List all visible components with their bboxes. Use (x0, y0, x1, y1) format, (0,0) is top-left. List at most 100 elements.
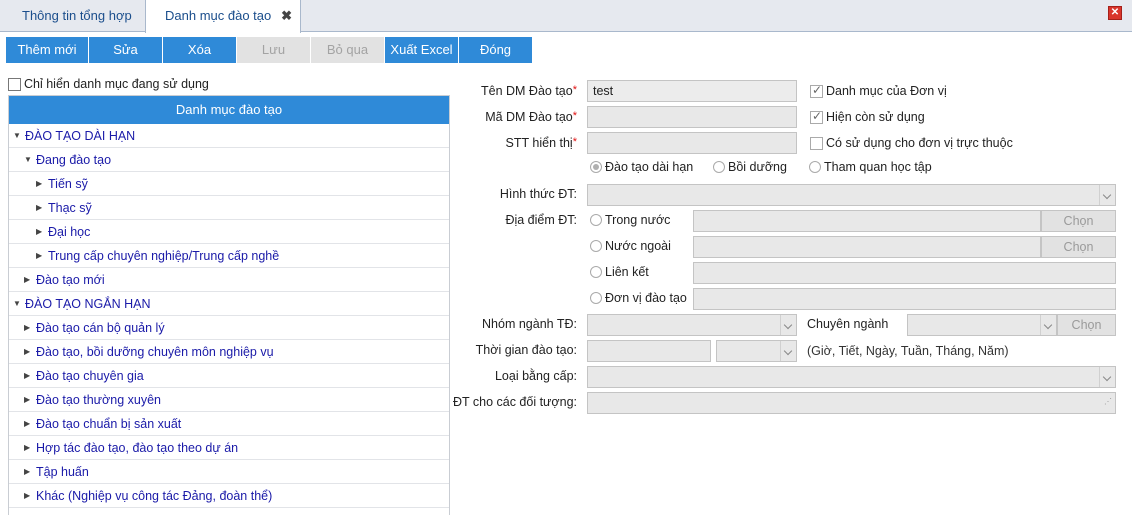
edit-button[interactable]: Sửa (89, 37, 163, 63)
tree-item[interactable]: ▼ Đang đào tạo (9, 148, 449, 172)
tab-thong-tin-tong-hop[interactable]: Thông tin tổng hợp (10, 0, 144, 32)
tree-item-label: ĐÀO TẠO DÀI HẠN (25, 129, 136, 143)
radio-boi-duong[interactable]: Bồi dưỡng (713, 160, 787, 174)
chon-nuoc-ngoai-button[interactable]: Chọn (1041, 236, 1116, 258)
caret-right-icon[interactable]: ▶ (24, 436, 30, 460)
delete-button[interactable]: Xóa (163, 37, 237, 63)
tab-danh-muc-dao-tao[interactable]: Danh mục đào tạo ✖ (145, 0, 301, 33)
close-tab-icon[interactable]: ✖ (281, 0, 292, 32)
window-close-icon[interactable]: ✕ (1108, 6, 1122, 20)
tree-item-label: Đang đào tạo (36, 153, 112, 167)
checkbox-icon[interactable] (810, 109, 823, 124)
save-button[interactable]: Lưu (237, 37, 311, 63)
nuoc-ngoai-input[interactable] (693, 236, 1041, 258)
hinh-thuc-select[interactable] (587, 184, 1116, 206)
chon-trong-nuoc-button[interactable]: Chọn (1041, 210, 1116, 232)
resize-grip-icon[interactable]: ⋰ (1104, 392, 1112, 412)
dropdown-chevron-icon[interactable] (1099, 367, 1115, 387)
tree-item[interactable]: ▶ Đào tạo chuyên gia (9, 364, 449, 388)
tree-item-label: Trung cấp chuyên nghiệp/Trung cấp nghề (48, 249, 280, 263)
caret-right-icon[interactable]: ▶ (24, 460, 30, 484)
dropdown-chevron-icon[interactable] (780, 315, 796, 335)
radio-icon[interactable] (590, 214, 602, 226)
caret-right-icon[interactable]: ▶ (36, 220, 42, 244)
tree-item-label: Đại học (48, 225, 91, 239)
chuyen-nganh-select[interactable] (907, 314, 1057, 336)
don-vi-dao-tao-input[interactable] (693, 288, 1116, 310)
tree-item-label: Tiến sỹ (48, 177, 88, 191)
ten-dm-input[interactable]: test (587, 80, 797, 102)
tree-item[interactable]: ▶ Đào tạo cán bộ quản lý (9, 316, 449, 340)
radio-icon[interactable] (590, 266, 602, 278)
dropdown-chevron-icon[interactable] (1040, 315, 1056, 335)
radio-dao-tao-dai-han[interactable]: Đào tạo dài hạn (590, 160, 693, 174)
cb-danh-muc-don-vi[interactable]: Danh mục của Đơn vị (810, 83, 947, 98)
checkbox-icon[interactable] (810, 83, 823, 98)
tree-item[interactable]: ▶ Tập huấn (9, 460, 449, 484)
radio-lien-ket[interactable]: Liên kết (590, 265, 649, 279)
tree-item[interactable]: ▶ Đào tạo thường xuyên (9, 388, 449, 412)
checkbox-icon[interactable] (810, 136, 823, 150)
chon-chuyen-nganh-button[interactable]: Chọn (1057, 314, 1116, 336)
caret-right-icon[interactable]: ▶ (36, 172, 42, 196)
category-tree: Danh mục đào tạo ▼ ĐÀO TẠO DÀI HẠN ▼ Đang đ… (8, 95, 450, 515)
skip-button[interactable]: Bỏ qua (311, 37, 385, 63)
filter-checkbox[interactable] (8, 77, 21, 91)
radio-icon[interactable] (590, 292, 602, 304)
tree-item[interactable]: ▶ Hợp tác đào tạo, đào tạo theo dự án (9, 436, 449, 460)
thoi-gian-hint: (Giờ, Tiết, Ngày, Tuần, Tháng, Năm) (807, 344, 1009, 358)
caret-right-icon[interactable]: ▶ (24, 364, 30, 388)
nhom-nganh-select[interactable] (587, 314, 797, 336)
caret-right-icon[interactable]: ▶ (24, 388, 30, 412)
hinh-thuc-label: Hình thức ĐT: (499, 187, 577, 201)
add-button[interactable]: Thêm mới (6, 37, 89, 63)
caret-right-icon[interactable]: ▶ (24, 340, 30, 364)
tree-item[interactable]: ▶ Đào tạo, bồi dưỡng chuyên môn nghiệp vụ (9, 340, 449, 364)
radio-don-vi-dao-tao[interactable]: Đơn vị đào tạo (590, 291, 687, 305)
tree-item[interactable]: ▶ Trung cấp chuyên nghiệp/Trung cấp nghề (9, 244, 449, 268)
radio-icon[interactable] (713, 161, 725, 173)
caret-right-icon[interactable]: ▶ (36, 244, 42, 268)
tree-item[interactable]: ▶ Đại học (9, 220, 449, 244)
cb-hien-con-su-dung[interactable]: Hiện còn sử dụng (810, 109, 925, 124)
radio-tham-quan[interactable]: Tham quan học tập (809, 160, 932, 174)
tree-item[interactable]: ▼ ĐÀO TẠO DÀI HẠN (9, 124, 449, 148)
tree-item[interactable]: ▶ Tiến sỹ (9, 172, 449, 196)
caret-down-icon[interactable]: ▼ (24, 148, 32, 172)
ten-dm-label: Tên DM Đào tạo* (481, 84, 577, 98)
radio-icon[interactable] (809, 161, 821, 173)
lien-ket-input[interactable] (693, 262, 1116, 284)
thoi-gian-unit-select[interactable] (716, 340, 797, 362)
tree-item-label: Đào tạo, bồi dưỡng chuyên môn nghiệp vụ (36, 345, 274, 359)
loai-bang-select[interactable] (587, 366, 1116, 388)
cb-don-vi-truc-thuoc[interactable]: Có sử dụng cho đơn vị trực thuộc (810, 136, 1013, 150)
dropdown-chevron-icon[interactable] (780, 341, 796, 361)
export-excel-button[interactable]: Xuất Excel (385, 37, 459, 63)
tree-item[interactable]: ▶ Đào tạo mới (9, 268, 449, 292)
doi-tuong-textarea[interactable]: ⋰ (587, 392, 1116, 414)
ma-dm-input[interactable] (587, 106, 797, 128)
caret-right-icon[interactable]: ▶ (24, 316, 30, 340)
caret-right-icon[interactable]: ▶ (24, 412, 30, 436)
caret-right-icon[interactable]: ▶ (36, 196, 42, 220)
caret-right-icon[interactable]: ▶ (24, 484, 30, 508)
tree-item-label: ĐÀO TẠO NGẮN HẠN (25, 297, 151, 311)
tree-item[interactable]: ▶ Đào tạo chuẩn bị sản xuất (9, 412, 449, 436)
tree-item[interactable]: ▶ Khác (Nghiệp vụ công tác Đảng, đoàn thể… (9, 484, 449, 508)
radio-trong-nuoc[interactable]: Trong nước (590, 213, 670, 227)
caret-right-icon[interactable]: ▶ (24, 268, 30, 292)
filter-in-use[interactable]: Chỉ hiển danh mục đang sử dụng (8, 77, 209, 91)
stt-input[interactable] (587, 132, 797, 154)
close-button[interactable]: Đóng (459, 37, 533, 63)
trong-nuoc-input[interactable] (693, 210, 1041, 232)
radio-icon[interactable] (590, 240, 602, 252)
caret-down-icon[interactable]: ▼ (13, 292, 21, 316)
tree-item[interactable]: ▶ Thạc sỹ (9, 196, 449, 220)
radio-nuoc-ngoai[interactable]: Nước ngoài (590, 239, 671, 253)
thoi-gian-input[interactable] (587, 340, 711, 362)
stt-label: STT hiển thị* (505, 136, 577, 150)
radio-icon[interactable] (590, 161, 602, 173)
caret-down-icon[interactable]: ▼ (13, 124, 21, 148)
dropdown-chevron-icon[interactable] (1099, 185, 1115, 205)
tree-item[interactable]: ▼ ĐÀO TẠO NGẮN HẠN (9, 292, 449, 316)
